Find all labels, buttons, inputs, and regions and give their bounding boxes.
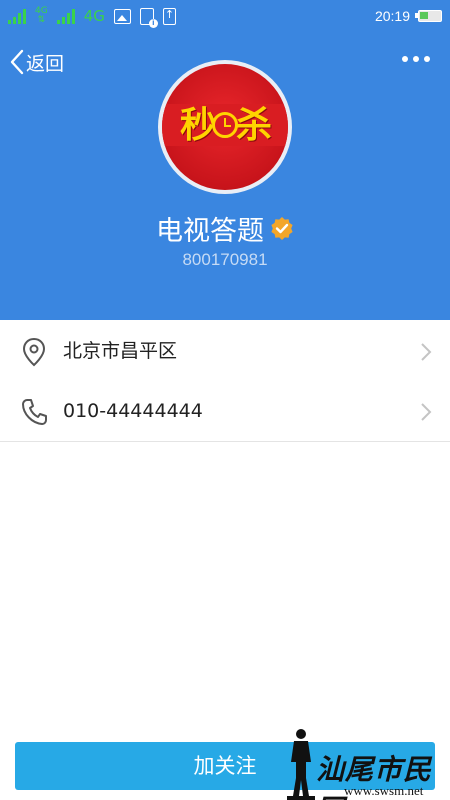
image-notification-icon [113, 8, 131, 24]
chevron-right-icon [421, 343, 432, 361]
network-4g-small-icon: 4G ⇅ [35, 6, 48, 25]
avatar-image: 秒 杀 [162, 64, 288, 190]
more-dots-icon[interactable] [402, 56, 430, 62]
location-pin-icon [22, 337, 46, 367]
back-button[interactable]: 返回 [10, 48, 64, 76]
status-bar: 4G⇅ 4G 20:19 [0, 0, 450, 32]
divider [0, 441, 450, 442]
address-row[interactable]: 北京市昌平区 [0, 321, 450, 381]
phone-text: 010-44444444 [63, 400, 203, 422]
profile-id: 800170981 [182, 250, 268, 269]
profile-name-row: 电视答题 [0, 208, 450, 248]
avatar[interactable]: 秒 杀 [158, 60, 292, 194]
avatar-logo-char-left: 秒 [179, 104, 216, 146]
avatar-logo: 秒 杀 [162, 104, 288, 146]
battery-icon [415, 10, 442, 22]
profile-name: 电视答题 [156, 215, 264, 247]
phone-icon [22, 399, 47, 425]
status-time: 20:19 [374, 8, 410, 24]
phone-row[interactable]: 010-44444444 [0, 381, 450, 441]
chevron-left-icon [10, 49, 24, 75]
address-text: 北京市昌平区 [63, 340, 178, 362]
status-left-icons: 4G ⇅ 4G [8, 5, 176, 28]
upload-notification-icon [162, 7, 176, 25]
clock-icon [212, 112, 238, 138]
watermark-figure-icon [287, 729, 315, 800]
chevron-right-icon [421, 403, 432, 421]
verified-badge-icon [271, 217, 293, 240]
signal-icon-2 [56, 8, 75, 24]
watermark-url: www.swsm.net [344, 783, 424, 798]
avatar-logo-char-right: 杀 [236, 104, 272, 146]
info-notification-icon [139, 7, 158, 28]
signal-icon [8, 8, 26, 24]
status-right: 20:19 [375, 5, 442, 27]
watermark: 汕尾市民网 www.swsm.net [284, 726, 450, 800]
back-label: 返回 [26, 52, 65, 75]
network-type: 4G [83, 7, 105, 25]
